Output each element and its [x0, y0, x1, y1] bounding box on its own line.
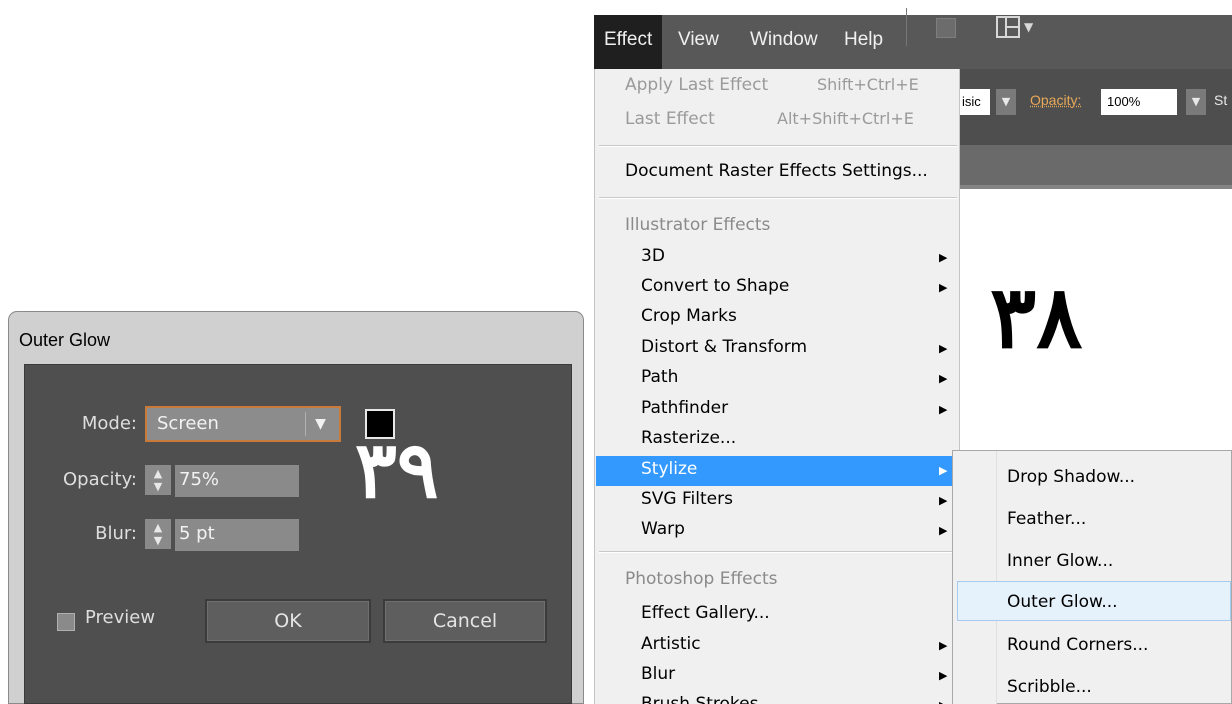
menu-item-artistic[interactable]: Artistic	[641, 634, 701, 654]
opacity-link[interactable]: Opacity:	[1030, 92, 1081, 108]
mode-select[interactable]: Screen ▼	[145, 406, 341, 442]
control-bar-more-label: St	[1214, 92, 1228, 108]
shortcut-last-effect: Alt+Shift+Ctrl+E	[777, 109, 914, 128]
outer-glow-dialog: Outer Glow Mode: Screen ▼ Opacity: ▲ ▼ 75…	[8, 311, 584, 704]
shortcut-apply-last-effect: Shift+Ctrl+E	[817, 75, 919, 94]
cancel-button[interactable]: Cancel	[383, 599, 547, 643]
submenu-arrow-icon: ▶	[939, 639, 948, 652]
submenu-item-outer-glow[interactable]: Outer Glow...	[1007, 592, 1118, 612]
menu-item-blur[interactable]: Blur	[641, 664, 675, 684]
photoshop-effects-header: Photoshop Effects	[625, 569, 778, 589]
dialog-body: Mode: Screen ▼ Opacity: ▲ ▼ 75% Blur: ▲ ▼ …	[24, 364, 572, 704]
menu-item-distort-transform[interactable]: Distort & Transform	[641, 337, 807, 357]
menu-item-convert-to-shape[interactable]: Convert to Shape	[641, 276, 789, 296]
submenu-item-feather[interactable]: Feather...	[1007, 509, 1086, 529]
menu-item-rasterize[interactable]: Rasterize...	[641, 428, 736, 448]
blur-label: Blur:	[95, 523, 137, 544]
menu-item-crop-marks[interactable]: Crop Marks	[641, 306, 737, 326]
menu-item-warp[interactable]: Warp	[641, 519, 685, 539]
chevron-down-icon[interactable]: ▼	[305, 412, 335, 436]
preview-checkbox[interactable]	[57, 613, 75, 631]
menu-item-svg-filters[interactable]: SVG Filters	[641, 489, 733, 509]
arrange-documents-icon[interactable]	[996, 16, 1020, 38]
bridge-icon[interactable]	[936, 18, 956, 38]
menu-item-effect-gallery[interactable]: Effect Gallery...	[641, 603, 770, 623]
stylize-submenu: Drop Shadow... Feather... Inner Glow... …	[952, 450, 1232, 704]
app-menubar: Effect View Window Help	[594, 15, 1232, 69]
submenu-arrow-icon: ▶	[939, 494, 948, 507]
mode-label: Mode:	[81, 413, 137, 434]
menu-window[interactable]: Window	[750, 29, 818, 51]
ok-button[interactable]: OK	[205, 599, 371, 643]
menu-divider	[599, 145, 957, 147]
dialog-overlay-number: ۳۹	[355, 425, 439, 516]
menu-divider	[599, 197, 957, 199]
illustrator-effects-header: Illustrator Effects	[625, 215, 771, 235]
submenu-arrow-icon: ▶	[939, 372, 948, 385]
menu-view[interactable]: View	[678, 29, 719, 51]
menu-item-stylize[interactable]: Stylize	[641, 459, 697, 479]
dialog-title: Outer Glow	[19, 330, 111, 350]
submenu-gutter	[953, 451, 997, 704]
opacity-stepper[interactable]: ▲ ▼	[145, 465, 171, 495]
submenu-item-drop-shadow[interactable]: Drop Shadow...	[1007, 467, 1135, 487]
blur-field[interactable]: 5 pt	[175, 519, 299, 551]
preview-label: Preview	[85, 607, 156, 628]
menubar-divider	[906, 8, 907, 46]
document-tab-strip	[960, 145, 1232, 189]
submenu-arrow-icon: ▶	[939, 403, 948, 416]
submenu-arrow-icon: ▶	[939, 524, 948, 537]
blur-stepper[interactable]: ▲ ▼	[145, 519, 171, 549]
submenu-arrow-icon: ▶	[939, 464, 948, 477]
submenu-item-scribble[interactable]: Scribble...	[1007, 677, 1092, 697]
control-bar: isic ▼ Opacity: 100% ▼ St	[960, 69, 1232, 145]
chevron-down-icon[interactable]: ▼	[996, 89, 1016, 115]
menu-item-path[interactable]: Path	[641, 367, 678, 387]
menu-item-3d[interactable]: 3D	[641, 246, 665, 266]
menu-item-pathfinder[interactable]: Pathfinder	[641, 398, 728, 418]
opacity-input[interactable]: 100%	[1101, 89, 1177, 115]
menu-divider	[599, 551, 957, 553]
submenu-arrow-icon: ▶	[939, 281, 948, 294]
chevron-down-icon[interactable]: ▼	[1186, 89, 1206, 115]
submenu-arrow-icon: ▶	[939, 342, 948, 355]
menu-item-document-raster-effects-settings[interactable]: Document Raster Effects Settings...	[625, 161, 928, 181]
opacity-field[interactable]: 75%	[175, 465, 299, 497]
submenu-arrow-icon: ▶	[939, 669, 948, 682]
submenu-item-round-corners[interactable]: Round Corners...	[1007, 635, 1148, 655]
effect-menu: Apply Last Effect Shift+Ctrl+E Last Effe…	[594, 69, 960, 704]
submenu-arrow-icon: ▶	[939, 251, 948, 264]
chevron-down-icon[interactable]: ▼	[1024, 20, 1033, 34]
menu-item-apply-last-effect[interactable]: Apply Last Effect	[625, 75, 768, 95]
menu-effect[interactable]: Effect	[594, 15, 663, 69]
submenu-arrow-icon: ▶	[939, 699, 947, 704]
submenu-item-inner-glow[interactable]: Inner Glow...	[1007, 551, 1113, 571]
canvas-overlay-number: ۳۸	[990, 267, 1083, 368]
menu-item-brush-strokes[interactable]: Brush Strokes	[641, 694, 759, 704]
opacity-label: Opacity:	[63, 469, 137, 490]
menu-item-last-effect[interactable]: Last Effect	[625, 109, 715, 129]
style-field[interactable]: isic	[960, 89, 990, 115]
menu-help[interactable]: Help	[844, 29, 883, 51]
mode-value: Screen	[157, 413, 219, 434]
